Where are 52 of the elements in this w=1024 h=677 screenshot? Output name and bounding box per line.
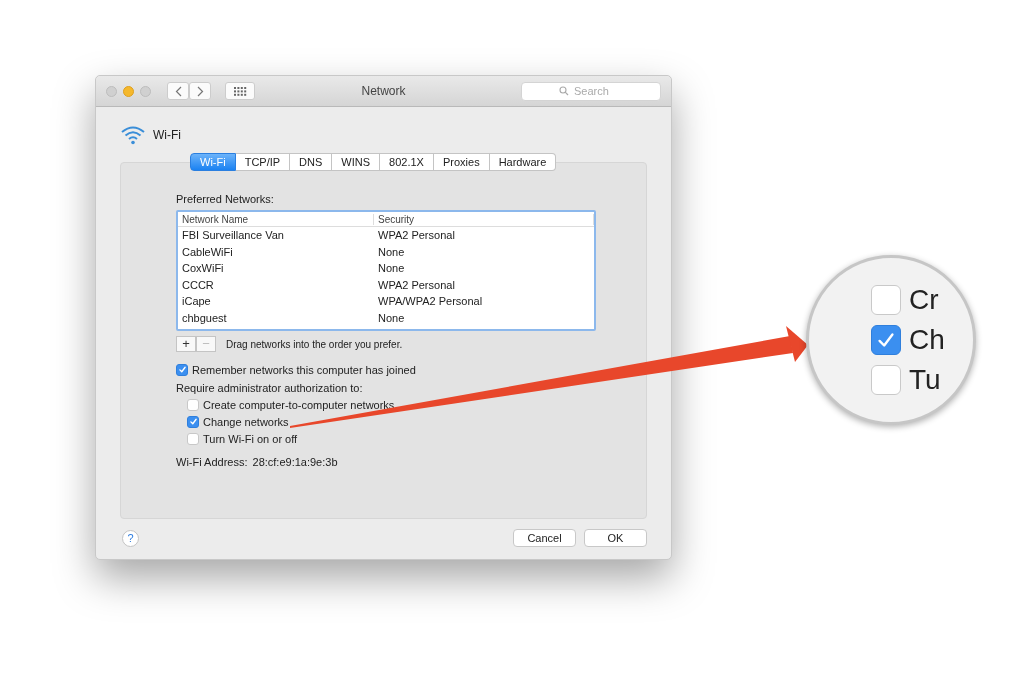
section-title: Wi-Fi (153, 128, 181, 142)
chevron-right-icon (196, 85, 204, 97)
address-label: Wi-Fi Address: (176, 456, 248, 468)
checkbox-label: Cr (909, 284, 939, 316)
dialog-button[interactable]: OK (584, 529, 647, 547)
table-cell-text: None (377, 311, 406, 324)
tab[interactable]: TCP/IP (235, 153, 291, 171)
back-button[interactable] (167, 82, 189, 100)
window-title: Network (361, 84, 406, 98)
checkbox-label: Change networks (203, 415, 289, 428)
help-button[interactable]: ? (122, 529, 139, 547)
add-button[interactable]: + (176, 336, 196, 352)
search-field[interactable]: Search (521, 81, 661, 101)
show-all-button[interactable] (225, 82, 255, 100)
checkbox-label: Turn Wi-Fi on or off (203, 432, 298, 445)
checkbox[interactable] (187, 415, 199, 428)
tab[interactable]: Proxies (433, 153, 490, 171)
forward-button[interactable] (189, 82, 211, 100)
checkbox[interactable] (187, 398, 199, 411)
table-cell-text: CCCR (181, 278, 215, 291)
address-value: 28:cf:e9:1a:9e:3b (252, 456, 338, 468)
table-cell-text: None (377, 262, 406, 275)
checkbox-label: Create computer-to-computer networks (203, 398, 395, 411)
chevron-left-icon (174, 85, 182, 97)
wifi-icon (120, 125, 146, 145)
checkbox[interactable] (176, 363, 188, 376)
require-label: Require administrator authorization to: (176, 382, 364, 394)
column-header[interactable]: Security (374, 213, 594, 225)
checkmark-icon (188, 417, 198, 426)
column-header[interactable]: Network Name (178, 213, 374, 225)
table-cell-text: iCape (181, 295, 212, 308)
grid-icon (233, 86, 247, 96)
table-cell-text: WPA/WPA2 Personal (377, 295, 484, 308)
table-cell-text: WPA2 Personal (377, 229, 456, 242)
checkbox-label: Tu (909, 364, 941, 396)
preferred-networks-label: Preferred Networks: (176, 193, 275, 205)
tab[interactable]: 802.1X (380, 153, 434, 171)
table-cell-text: CableWiFi (181, 245, 234, 258)
table-cell-text: CoxWiFi (181, 262, 225, 275)
tab[interactable]: WINS (332, 153, 381, 171)
checkbox-label: Ch (909, 324, 945, 356)
hint-text: Drag networks into the order you prefer. (226, 338, 403, 350)
table-cell-text: chbguest (181, 311, 228, 324)
tab[interactable]: DNS (290, 153, 333, 171)
table-cell-text: WPA2 Personal (377, 278, 456, 291)
table-cell-text: FBI Surveillance Van (181, 229, 285, 242)
checkbox-label: Remember networks this computer has joined (192, 363, 416, 376)
dialog-button[interactable]: Cancel (513, 529, 576, 547)
tab[interactable]: Hardware (489, 153, 557, 171)
checkbox[interactable] (187, 432, 199, 445)
table-cell-text: None (377, 245, 406, 258)
checkmark-icon (177, 365, 187, 374)
